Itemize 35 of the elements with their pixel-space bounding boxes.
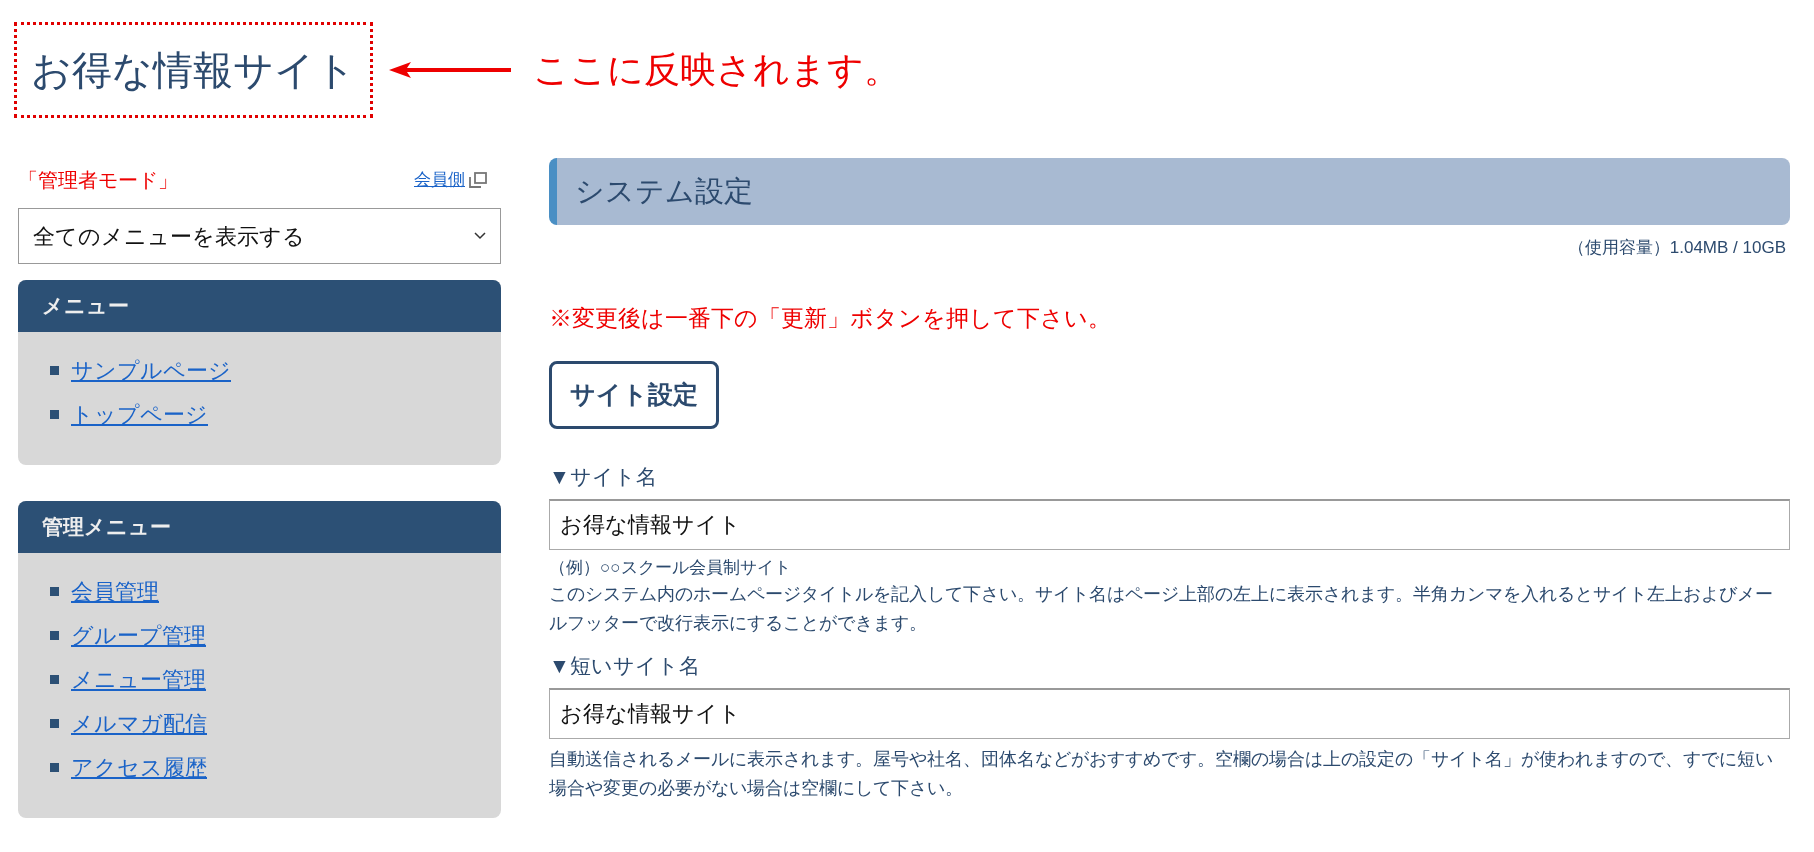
chevron-down-icon bbox=[474, 232, 486, 240]
bullet-icon bbox=[50, 675, 59, 684]
help-text: 自動送信されるメールに表示されます。屋号や社名、団体名などがおすすめです。空欄の場合は上の設定の「サイト名」が使われますので、すでに短い場合や変更の必要がない場合は空欄にして下さい。 bbox=[549, 748, 1774, 800]
storage-usage: （使用容量）1.04MB / 10GB bbox=[1567, 237, 1787, 259]
menu-panel-title: 管理メニュー bbox=[42, 514, 171, 541]
bullet-icon bbox=[50, 631, 59, 640]
arrow-icon bbox=[389, 60, 511, 80]
annotation-text: ここに反映されます。 bbox=[533, 48, 900, 92]
bullet-icon bbox=[50, 410, 59, 419]
menu-filter-dropdown[interactable]: 全てのメニューを表示する bbox=[18, 208, 501, 264]
update-notice: ※変更後は一番下の「更新」ボタンを押して下さい。 bbox=[549, 303, 1112, 333]
bullet-icon bbox=[50, 763, 59, 772]
section-heading: システム設定 bbox=[575, 173, 753, 209]
bullet-icon bbox=[50, 366, 59, 375]
bullet-icon bbox=[50, 587, 59, 596]
help-text: このシステム内のホームページタイトルを記入して下さい。サイト名はページ上部の左上に表示されます。半角カンマを入れるとサイト左上およびメールフッターで改行表示にすることができます。 bbox=[549, 583, 1774, 635]
member-side-link[interactable]: 会員側 bbox=[414, 167, 487, 193]
menu-link[interactable]: サンプルページ bbox=[71, 354, 231, 387]
site-settings-button[interactable]: サイト設定 bbox=[549, 361, 719, 429]
menu-link[interactable]: 会員管理 bbox=[71, 575, 159, 608]
example-text: （例）○○スクール会員制サイト bbox=[549, 557, 792, 579]
field-label: ▼サイト名 bbox=[549, 464, 658, 490]
menu-link[interactable]: メニュー管理 bbox=[71, 663, 206, 696]
menu-link[interactable]: メルマガ配信 bbox=[71, 707, 207, 740]
input-field[interactable]: お得な情報サイト bbox=[549, 499, 1790, 550]
menu-link[interactable]: トップページ bbox=[71, 398, 208, 431]
external-window-icon bbox=[469, 172, 487, 188]
site-title: お得な情報サイト bbox=[31, 50, 356, 90]
mode-label: 「管理者モード」 bbox=[18, 168, 178, 193]
input-field[interactable]: お得な情報サイト bbox=[549, 688, 1790, 739]
menu-link[interactable]: アクセス履歴 bbox=[71, 751, 207, 784]
menu-link[interactable]: グループ管理 bbox=[71, 619, 206, 652]
menu-panel-title: メニュー bbox=[42, 293, 129, 320]
field-label: ▼短いサイト名 bbox=[549, 653, 701, 679]
bullet-icon bbox=[50, 719, 59, 728]
